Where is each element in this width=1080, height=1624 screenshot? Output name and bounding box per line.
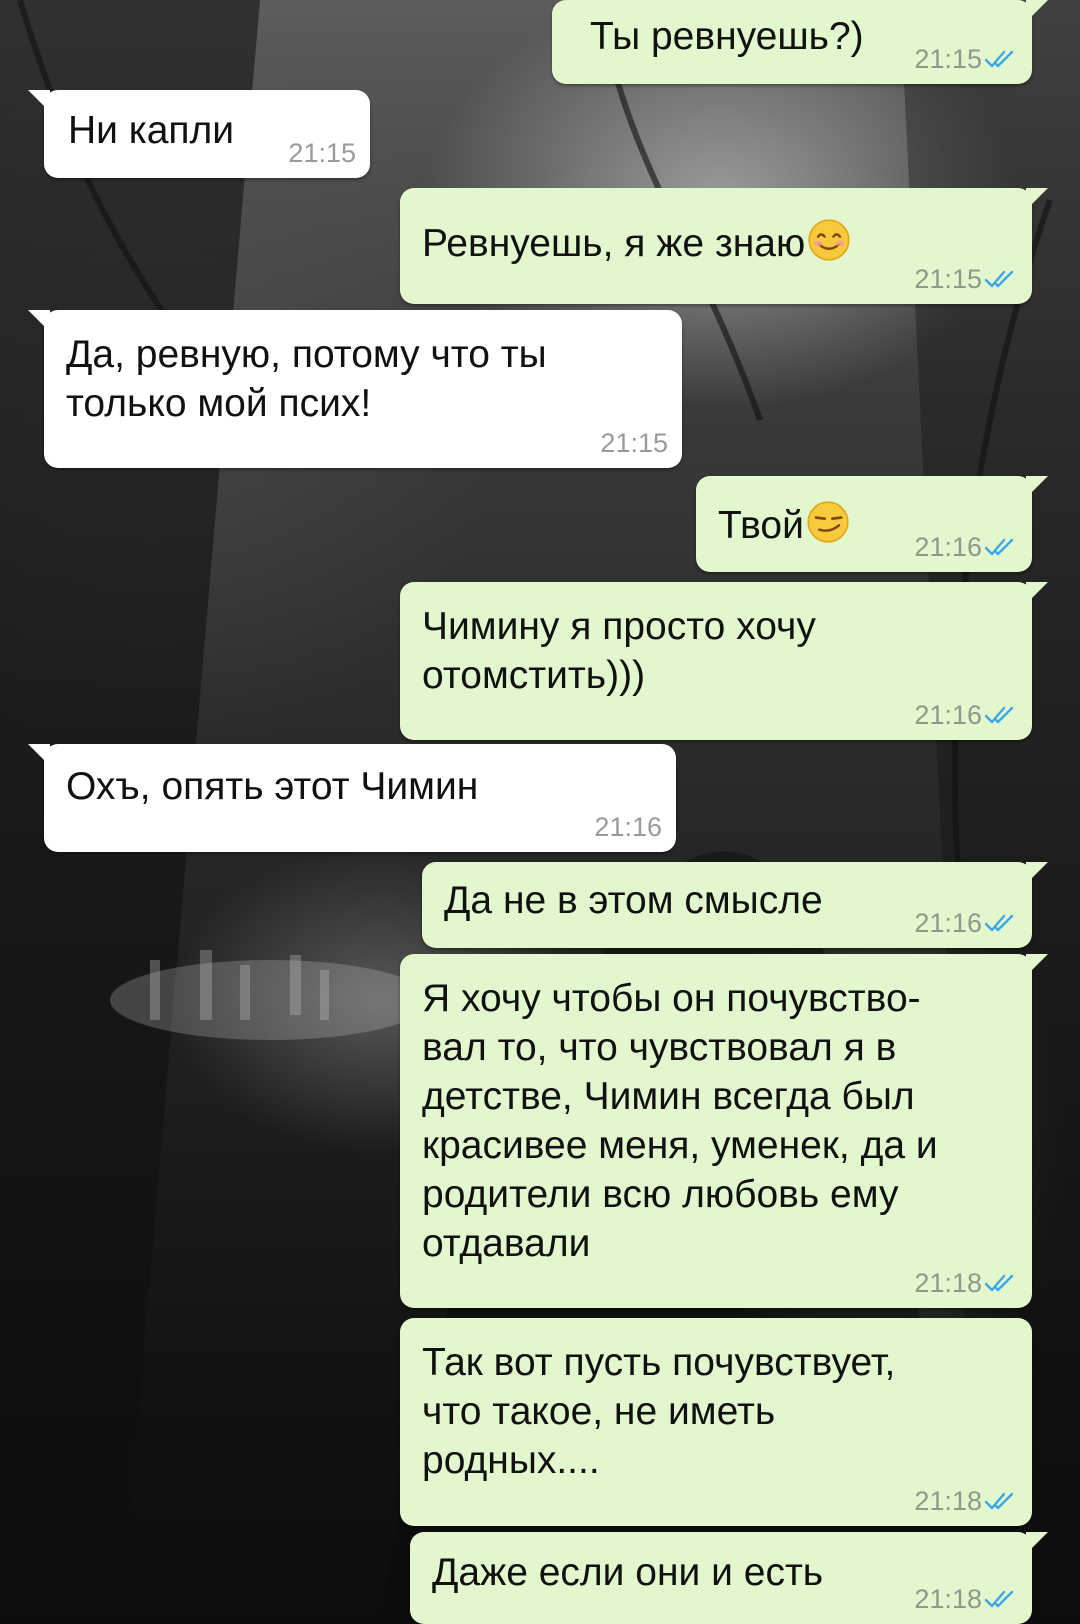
message-text: Так вот пусть почувствует, что такое, не… xyxy=(422,1338,895,1485)
bubble-tail xyxy=(1026,188,1048,210)
message-time: 21:16 xyxy=(914,700,982,730)
message-text: Ревнуешь, я же знаю xyxy=(422,218,851,268)
message-text-content: Ты ревнуешь?) xyxy=(590,15,864,58)
incoming-message-bubble[interactable]: Да, ревную, потому что ты только мой пси… xyxy=(28,310,682,468)
double-check-icon xyxy=(984,270,1014,288)
message-text: Охъ, опять этот Чимин xyxy=(66,762,478,811)
message-time: 21:16 xyxy=(914,908,982,938)
double-check-icon xyxy=(984,706,1014,724)
message-meta: 21:15 xyxy=(914,44,1018,74)
message-text: Даже если они и есть xyxy=(432,1548,823,1597)
message-text-content: Ни капли xyxy=(68,109,235,152)
bubble-tail xyxy=(1026,476,1048,498)
message-text-content: Твой xyxy=(718,504,804,547)
message-meta: 21:15 xyxy=(600,428,668,458)
message-time: 21:15 xyxy=(914,44,982,74)
message-time: 21:18 xyxy=(914,1584,982,1614)
bubble-tail xyxy=(1026,862,1048,884)
message-text-content: Ревнуешь, я же знаю xyxy=(422,222,806,265)
message-time: 21:18 xyxy=(914,1268,982,1298)
message-text: Ты ревнуешь?) xyxy=(590,12,864,61)
message-meta: 21:16 xyxy=(914,532,1018,562)
outgoing-message-bubble[interactable]: Даже если они и есть 21:18 xyxy=(410,1532,1048,1624)
message-meta: 21:15 xyxy=(288,138,356,168)
outgoing-message-bubble[interactable]: Ты ревнуешь?) 21:15 xyxy=(552,0,1048,84)
message-text: Да не в этом смысле xyxy=(444,876,823,925)
message-text: Ни капли xyxy=(68,106,234,155)
message-meta: 21:16 xyxy=(594,812,662,842)
bubble-tail xyxy=(28,744,50,766)
message-text: Твой xyxy=(718,500,850,550)
outgoing-message-bubble[interactable]: Ревнуешь, я же знаю 21:15 xyxy=(400,188,1048,304)
message-time: 21:16 xyxy=(594,812,662,842)
message-text: Да, ревную, потому что ты только мой пси… xyxy=(66,330,547,428)
message-text-content: Да, ревную, потому что ты только мой пси… xyxy=(66,333,547,425)
message-time: 21:15 xyxy=(914,264,982,294)
message-time: 21:16 xyxy=(914,532,982,562)
message-time: 21:15 xyxy=(600,428,668,458)
smiling-face-emoji xyxy=(808,219,850,261)
bubble-tail xyxy=(28,310,50,332)
message-text: Я хочу чтобы он почувство- вал то, что ч… xyxy=(422,974,938,1268)
double-check-icon xyxy=(984,538,1014,556)
outgoing-message-bubble[interactable]: Да не в этом смысле 21:16 xyxy=(422,862,1048,948)
bubble-tail xyxy=(1026,0,1048,22)
incoming-message-bubble[interactable]: Охъ, опять этот Чимин 21:16 xyxy=(28,744,676,852)
double-check-icon xyxy=(984,1492,1014,1510)
outgoing-message-bubble[interactable]: Так вот пусть почувствует, что такое, не… xyxy=(400,1318,1032,1526)
incoming-message-bubble[interactable]: Ни капли 21:15 xyxy=(28,90,370,178)
message-meta: 21:16 xyxy=(914,700,1018,730)
message-time: 21:15 xyxy=(288,138,356,168)
double-check-icon xyxy=(984,1590,1014,1608)
smirking-face-emoji xyxy=(807,501,849,543)
message-text-content: Чимину я просто хочу отомстить))) xyxy=(422,605,816,697)
double-check-icon xyxy=(984,914,1014,932)
bubble-tail xyxy=(1026,954,1048,976)
message-text: Чимину я просто хочу отомстить))) xyxy=(422,602,816,700)
message-meta: 21:18 xyxy=(914,1268,1018,1298)
message-text-content: Охъ, опять этот Чимин xyxy=(66,765,479,808)
message-meta: 21:15 xyxy=(914,264,1018,294)
message-time: 21:18 xyxy=(914,1486,982,1516)
message-text-content: Я хочу чтобы он почувство- вал то, что ч… xyxy=(422,977,938,1265)
outgoing-message-bubble[interactable]: Чимину я просто хочу отомстить))) 21:16 xyxy=(400,582,1048,740)
outgoing-message-bubble[interactable]: Твой 21:16 xyxy=(696,476,1048,572)
message-meta: 21:18 xyxy=(914,1486,1018,1516)
double-check-icon xyxy=(984,50,1014,68)
bubble-tail xyxy=(1026,582,1048,604)
message-meta: 21:18 xyxy=(914,1584,1018,1614)
bubble-tail xyxy=(1026,1532,1048,1554)
message-text-content: Да не в этом смысле xyxy=(444,879,823,922)
message-text-content: Так вот пусть почувствует, что такое, не… xyxy=(422,1341,896,1482)
outgoing-message-bubble[interactable]: Я хочу чтобы он почувство- вал то, что ч… xyxy=(400,954,1048,1308)
message-list[interactable]: Ты ревнуешь?) 21:15 Ни капли 21:15 Ревнуешь,… xyxy=(0,0,1080,1624)
bubble-tail xyxy=(28,90,50,112)
message-text-content: Даже если они и есть xyxy=(432,1551,824,1594)
double-check-icon xyxy=(984,1274,1014,1292)
message-meta: 21:16 xyxy=(914,908,1018,938)
